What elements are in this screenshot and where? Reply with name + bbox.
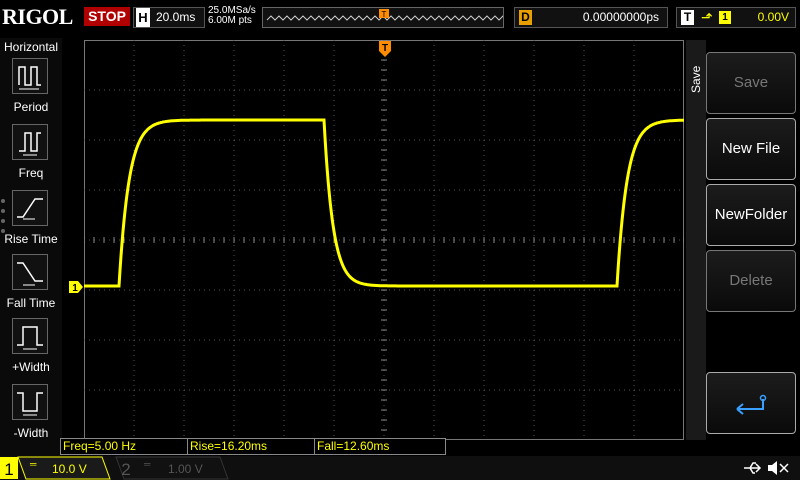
- trigger-position-marker[interactable]: T: [378, 40, 392, 58]
- delay-box[interactable]: D 0.00000000ps: [514, 7, 668, 28]
- positive-width-icon: [12, 318, 48, 354]
- dc-coupling-icon-2: ═: [143, 459, 151, 469]
- rising-edge-icon: ⬏: [701, 9, 713, 25]
- measure-period[interactable]: Period: [0, 58, 62, 120]
- timebase-letter: H: [136, 8, 150, 27]
- ground-marker-text: 1: [72, 283, 78, 294]
- timebase-value: 20.0ms: [156, 10, 196, 24]
- channel-2-scale: 1.00 V: [168, 462, 203, 476]
- measurement-fall[interactable]: Fall=12.60ms: [314, 438, 446, 455]
- memory-waveform-preview: T: [266, 9, 532, 21]
- measure-rise-time[interactable]: Rise Time: [0, 190, 62, 252]
- trigger-box[interactable]: T ⬏ 1 0.00V: [676, 7, 796, 28]
- run-stop-status[interactable]: STOP: [84, 7, 130, 26]
- fall-time-icon: [12, 254, 48, 290]
- delay-value: 0.00000000ps: [582, 10, 659, 24]
- measurement-freq[interactable]: Freq=5.00 Hz: [60, 438, 188, 455]
- period-icon: [12, 58, 48, 94]
- measure-freq[interactable]: Freq: [0, 124, 62, 186]
- return-button[interactable]: [706, 372, 796, 434]
- usb-icon: [744, 462, 762, 474]
- dc-coupling-icon: ═: [29, 459, 37, 469]
- trigger-letter: T: [681, 10, 694, 25]
- status-icons: [744, 461, 789, 475]
- channel-1-indicator[interactable]: 1 ═ 10.0 V: [0, 456, 112, 480]
- channel-2-number: 2: [121, 460, 130, 479]
- rise-time-label: Rise Time: [4, 232, 58, 246]
- period-label: Period: [13, 100, 49, 114]
- waveform-display[interactable]: [83, 39, 685, 441]
- return-icon: [736, 394, 767, 415]
- delete-button[interactable]: Delete: [706, 250, 796, 312]
- measure-positive-width[interactable]: +Width: [0, 318, 62, 380]
- trigger-channel: 1: [719, 11, 731, 24]
- memory-trigger-letter: T: [382, 10, 387, 19]
- rise-time-icon: [12, 190, 48, 226]
- trigger-level: 0.00V: [757, 10, 789, 24]
- save-menu-tab: [686, 40, 706, 440]
- memory-overview[interactable]: T: [262, 7, 532, 28]
- negative-width-icon: [12, 384, 48, 420]
- mute-icon: [779, 463, 789, 473]
- measure-fall-time[interactable]: Fall Time: [0, 254, 62, 316]
- brand-text: RIGOL: [2, 4, 73, 29]
- menu-title: Horizontal: [3, 40, 59, 54]
- channel-2-indicator[interactable]: 2 ═ 1.00 V: [112, 456, 232, 480]
- new-folder-button[interactable]: NewFolder: [706, 184, 796, 246]
- channel-1-scale: 10.0 V: [52, 462, 87, 476]
- channel-1-number: 1: [4, 460, 13, 479]
- save-menu-title: Save: [689, 65, 703, 93]
- rigol-logo: RIGOL: [2, 4, 78, 30]
- measurement-rise[interactable]: Rise=16.20ms: [187, 438, 315, 455]
- speaker-icon: [768, 461, 777, 475]
- freq-label: Freq: [18, 166, 44, 180]
- acquisition-info: 25.0MSa/s 6.00M pts: [208, 6, 256, 26]
- memory-depth: 6.00M pts: [208, 15, 252, 26]
- negative-width-label: -Width: [13, 426, 49, 440]
- channel-1-ground-marker[interactable]: 1: [68, 280, 84, 294]
- trigger-marker-text: T: [382, 43, 388, 54]
- graticule: [83, 39, 685, 441]
- channel-1-trace: [84, 118, 684, 288]
- freq-icon: [12, 124, 48, 160]
- measure-negative-width[interactable]: -Width: [0, 384, 62, 446]
- positive-width-label: +Width: [12, 360, 50, 374]
- new-file-button[interactable]: New File: [706, 118, 796, 180]
- fall-time-label: Fall Time: [6, 296, 56, 310]
- timebase-box[interactable]: H 20.0ms: [133, 7, 205, 28]
- delay-letter: D: [519, 10, 532, 25]
- save-button[interactable]: Save: [706, 52, 796, 114]
